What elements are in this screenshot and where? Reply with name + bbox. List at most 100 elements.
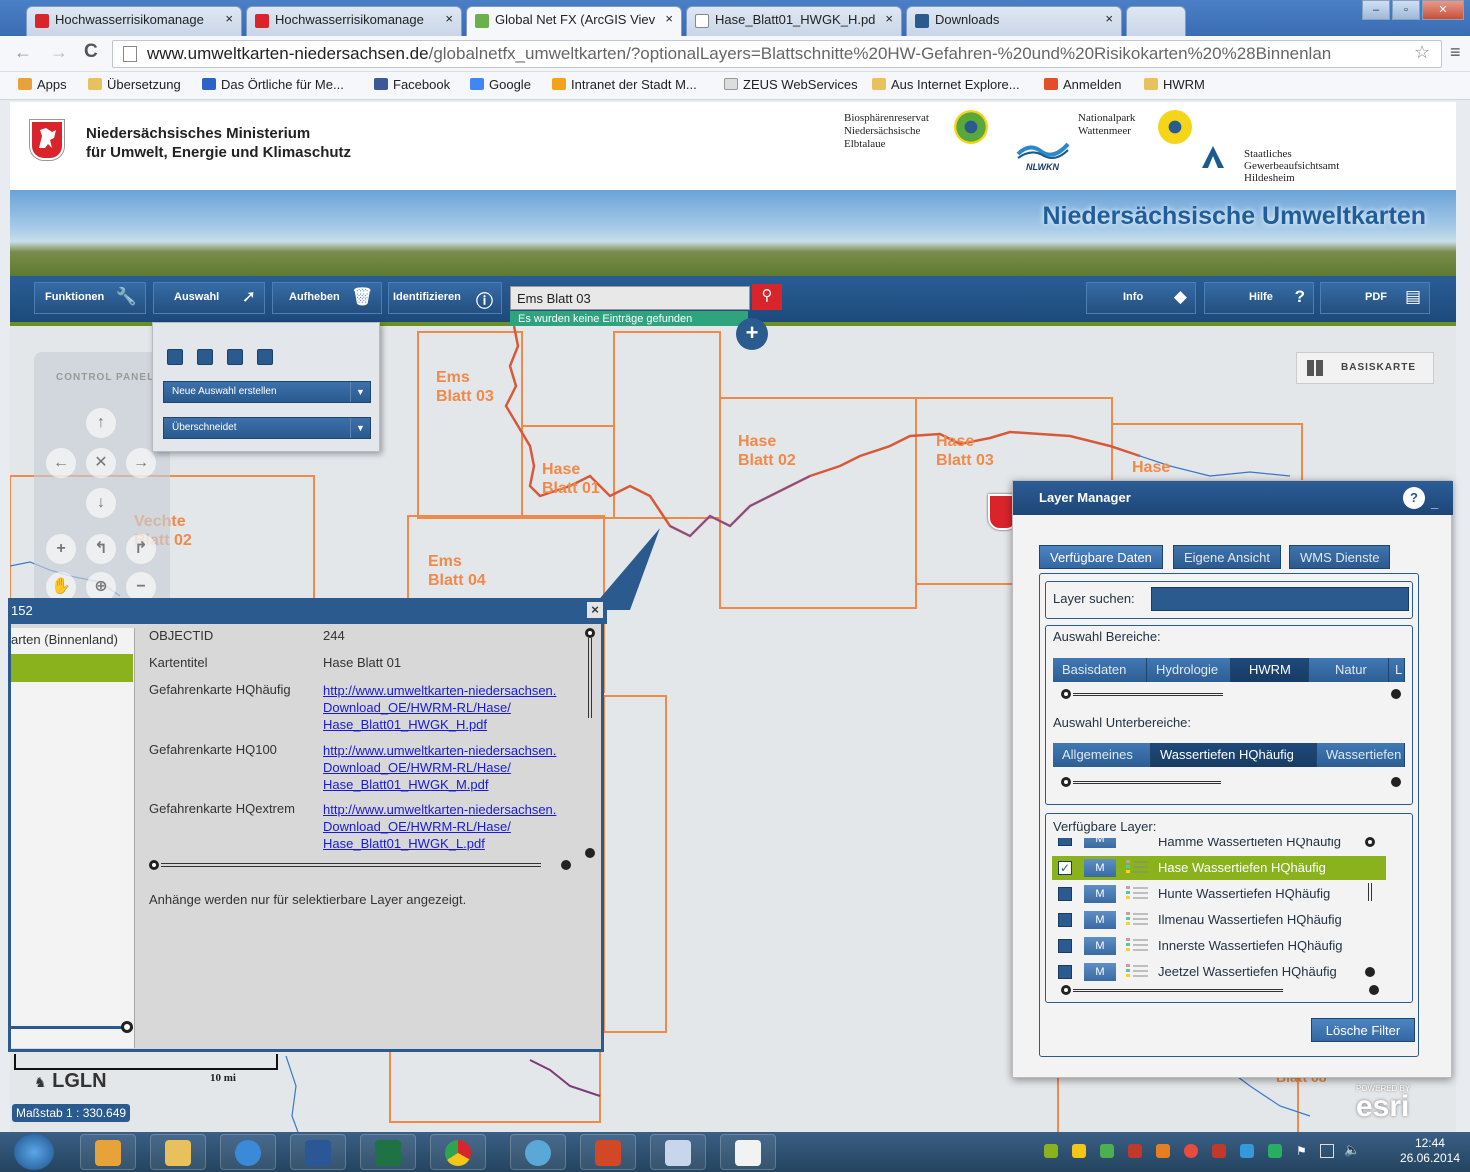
volume-icon[interactable]: 🔈 <box>1344 1142 1360 1158</box>
popup-layer-selected[interactable] <box>11 654 133 682</box>
layer-row-hase[interactable]: ✓ M Hase Wassertiefen HQhäufig <box>1052 856 1386 880</box>
unterbereich-allgemeines[interactable]: Allgemeines <box>1053 743 1151 767</box>
layer-row-hunte[interactable]: M Hunte Wassertiefen HQhäufig <box>1052 882 1386 906</box>
unterbereich-wassertiefen-more[interactable]: Wassertiefen <box>1317 743 1405 767</box>
search-input[interactable]: Ems Blatt 03 <box>510 286 750 310</box>
help-icon[interactable]: ? <box>1403 487 1425 509</box>
pan-left-icon[interactable]: ← <box>46 448 76 478</box>
select-freehand-icon[interactable] <box>257 349 273 365</box>
zoom-in-icon[interactable]: + <box>46 534 76 564</box>
bookmark-das-oertliche[interactable]: Das Örtliche für Me... <box>202 77 344 92</box>
unterbereiche-scrollbar[interactable] <box>1061 777 1401 789</box>
pan-down-icon[interactable]: ↓ <box>86 488 116 518</box>
tray-close-icon[interactable] <box>1128 1144 1142 1158</box>
layer-checkbox[interactable] <box>1058 965 1072 979</box>
bookmark-zeus[interactable]: ZEUS WebServices <box>724 77 858 92</box>
layer-checkbox[interactable] <box>1058 939 1072 953</box>
flag-icon[interactable]: ⚑ <box>1296 1144 1307 1158</box>
start-button[interactable] <box>14 1134 54 1170</box>
browser-tab-4[interactable]: Hase_Blatt01_HWGK_H.pd × <box>686 6 902 36</box>
popup-horizontal-scrollbar[interactable] <box>149 860 579 872</box>
layer-checkbox[interactable] <box>1058 913 1072 927</box>
select-point-icon[interactable] <box>167 349 183 365</box>
aufheben-button[interactable]: Aufheben 🗑 <box>272 282 382 314</box>
tray-display-icon[interactable] <box>1240 1144 1254 1158</box>
clear-filter-button[interactable]: Lösche Filter <box>1311 1018 1415 1042</box>
basemap-button[interactable]: BASISKARTE <box>1296 352 1434 384</box>
scroll-knob-icon[interactable] <box>149 860 159 870</box>
layer-row-innerste[interactable]: M Innerste Wassertiefen HQhäufig <box>1052 934 1386 958</box>
bookmark-uebersetzung[interactable]: Übersetzung <box>88 77 181 92</box>
metadata-button[interactable]: M <box>1084 937 1116 955</box>
bookmark-google[interactable]: Google <box>470 77 531 92</box>
select-polygon-icon[interactable] <box>227 349 243 365</box>
close-tab-icon[interactable]: × <box>225 11 233 26</box>
popup-vertical-scrollbar[interactable] <box>585 628 595 858</box>
taskbar-qgis[interactable] <box>510 1134 566 1170</box>
scroll-knob-icon[interactable] <box>585 628 595 638</box>
metadata-button[interactable]: M <box>1084 885 1116 903</box>
taskbar-powerpoint[interactable] <box>580 1134 636 1170</box>
browser-tab-5[interactable]: Downloads × <box>906 6 1122 36</box>
bookmark-anmelden[interactable]: Anmelden <box>1044 77 1122 92</box>
minimize-window-button[interactable]: – <box>1362 0 1390 20</box>
popup-layer-item[interactable]: arten (Binnenland) <box>11 632 118 647</box>
layer-search-input[interactable] <box>1151 587 1409 611</box>
tab-eigene-ansicht[interactable]: Eigene Ansicht <box>1173 545 1282 569</box>
taskbar-acrobat[interactable] <box>720 1134 776 1170</box>
auswahl-button[interactable]: Auswahl ➚ <box>153 282 265 314</box>
hq-extrem-link[interactable]: http://www.umweltkarten-niedersachsen. Do… <box>323 801 556 852</box>
close-tab-icon[interactable]: × <box>885 11 893 26</box>
taskbar-chrome[interactable] <box>430 1134 486 1170</box>
taskbar-clock[interactable]: 12:44 26.06.2014 <box>1400 1136 1460 1166</box>
layer-manager-header[interactable]: Layer Manager <box>1013 481 1453 515</box>
close-tab-icon[interactable]: × <box>1105 11 1113 26</box>
browser-tab-2[interactable]: Hochwasserrisikomanage × <box>246 6 462 36</box>
map-expand-icon[interactable]: + <box>736 318 768 350</box>
info-button[interactable]: Info ◆ <box>1086 282 1196 314</box>
slider-knob-icon[interactable] <box>121 1021 133 1033</box>
pan-up-icon[interactable]: ↑ <box>86 408 116 438</box>
metadata-button[interactable]: M <box>1084 859 1116 877</box>
full-extent-icon[interactable]: ✕ <box>86 448 116 478</box>
metadata-button[interactable]: M <box>1084 838 1116 848</box>
taskbar-pdf[interactable] <box>650 1134 706 1170</box>
popup-list-slider[interactable] <box>11 1021 133 1040</box>
spatial-mode-dropdown[interactable]: Überschneidet ▼ <box>163 417 371 439</box>
close-tab-icon[interactable]: × <box>445 11 453 26</box>
bereich-natur[interactable]: Natur <box>1309 658 1389 682</box>
tab-verfuegbare-daten[interactable]: Verfügbare Daten <box>1039 545 1163 569</box>
bookmark-ie-folder[interactable]: Aus Internet Explore... <box>872 77 1020 92</box>
layers-horizontal-scrollbar[interactable] <box>1061 985 1381 997</box>
minimize-panel-icon[interactable]: _ <box>1431 495 1438 510</box>
slider-knob-icon[interactable] <box>1061 985 1071 995</box>
layer-row-jeetzel[interactable]: M Jeetzel Wassertiefen HQhäufig <box>1052 960 1386 984</box>
browser-tab-active[interactable]: Global Net FX (ArcGIS Viev × <box>466 6 682 36</box>
taskbar-excel[interactable] <box>360 1134 416 1170</box>
hq100-link[interactable]: http://www.umweltkarten-niedersachsen. Do… <box>323 742 556 793</box>
taskbar-explorer[interactable] <box>150 1134 206 1170</box>
slider-knob-icon[interactable] <box>1061 689 1071 699</box>
bereich-basisdaten[interactable]: Basisdaten <box>1053 658 1147 682</box>
tray-app-icon[interactable] <box>1044 1144 1058 1158</box>
bookmark-hwrm[interactable]: HWRM <box>1144 77 1205 92</box>
menu-icon[interactable]: ≡ <box>1450 42 1461 63</box>
bereich-hwrm[interactable]: HWRM <box>1231 658 1309 682</box>
hilfe-button[interactable]: Hilfe? <box>1204 282 1314 314</box>
layer-row-hamme[interactable]: M Hamme Wassertiefen HQhäufig <box>1052 838 1386 852</box>
bereiche-scrollbar[interactable] <box>1061 689 1401 701</box>
back-icon[interactable]: ← <box>14 42 32 63</box>
previous-extent-icon[interactable]: ↰ <box>86 534 116 564</box>
layer-row-ilmenau[interactable]: M Ilmenau Wassertiefen HQhäufig <box>1052 908 1386 932</box>
bereich-hydrologie[interactable]: Hydrologie <box>1147 658 1231 682</box>
forward-icon[interactable]: → <box>50 42 68 63</box>
maximize-window-button[interactable]: ▫ <box>1392 0 1420 20</box>
unterbereich-wassertiefen-hqhaeufig[interactable]: Wassertiefen HQhäufig <box>1151 743 1317 767</box>
taskbar-internet-explorer[interactable] <box>220 1134 276 1170</box>
bookmark-apps[interactable]: Apps <box>18 77 67 92</box>
new-selection-dropdown[interactable]: Neue Auswahl erstellen ▼ <box>163 381 371 403</box>
tray-network-share-icon[interactable] <box>1268 1144 1282 1158</box>
bookmark-facebook[interactable]: Facebook <box>374 77 450 92</box>
bookmark-star-icon[interactable]: ☆ <box>1414 42 1430 63</box>
close-window-button[interactable]: ✕ <box>1422 0 1464 20</box>
